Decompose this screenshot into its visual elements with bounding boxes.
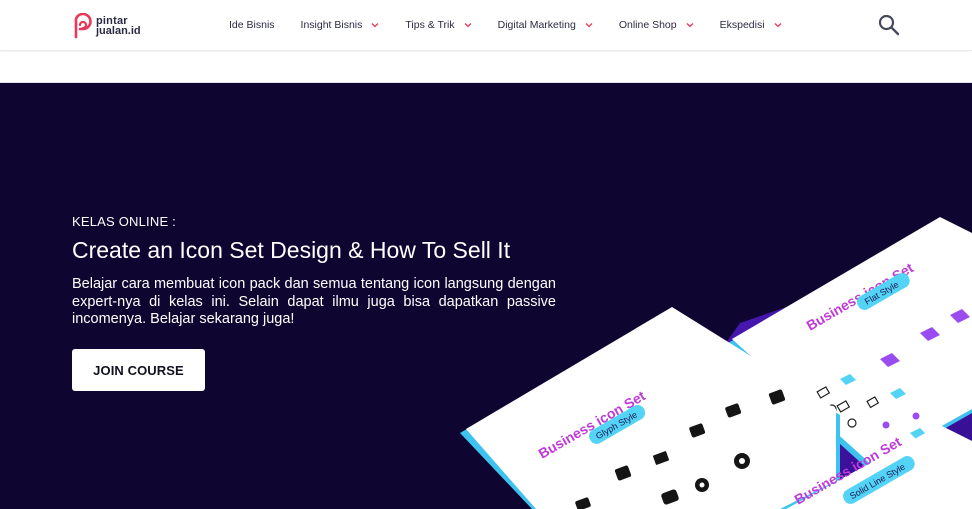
- hero-eyebrow: KELAS ONLINE :: [72, 214, 176, 229]
- nav-item-label: Online Shop: [618, 19, 677, 31]
- nav-item-label: Ekspedisi: [719, 19, 765, 31]
- icon-set-illustration: Business icon Set Flat Style Business ic…: [460, 217, 972, 509]
- nav-item-online-shop[interactable]: Online Shop: [619, 19, 694, 31]
- site-header: pintar jualan.id Ide Bisnis Insight Bisn…: [0, 0, 972, 51]
- main-nav: Ide Bisnis Insight Bisnis Tips & Trik Di…: [229, 16, 808, 34]
- nav-item-ide-bisnis[interactable]: Ide Bisnis: [229, 19, 275, 31]
- header-spacer: [0, 52, 972, 83]
- site-logo[interactable]: pintar jualan.id: [71, 12, 141, 40]
- hero-banner: KELAS ONLINE : Create an Icon Set Design…: [0, 83, 972, 509]
- logo-line-2: jualan.id: [96, 25, 141, 37]
- nav-item-digital-marketing[interactable]: Digital Marketing: [498, 19, 593, 31]
- nav-item-label: Insight Bisnis: [300, 19, 363, 31]
- nav-item-label: Ide Bisnis: [229, 19, 275, 31]
- chevron-down-icon: [371, 23, 379, 28]
- nav-item-insight-bisnis[interactable]: Insight Bisnis: [301, 19, 380, 31]
- logo-text: pintar jualan.id: [96, 16, 141, 37]
- join-course-button[interactable]: JOIN COURSE: [72, 349, 205, 391]
- logo-mark-icon: [74, 13, 92, 39]
- chevron-down-icon: [464, 23, 472, 28]
- chevron-down-icon: [585, 23, 593, 28]
- search-icon[interactable]: [878, 14, 900, 36]
- nav-item-label: Digital Marketing: [497, 19, 576, 31]
- chevron-down-icon: [774, 23, 782, 28]
- nav-item-tips-trik[interactable]: Tips & Trik: [405, 19, 472, 31]
- nav-item-ekspedisi[interactable]: Ekspedisi: [720, 19, 782, 31]
- chevron-down-icon: [686, 23, 694, 28]
- nav-item-label: Tips & Trik: [405, 19, 455, 31]
